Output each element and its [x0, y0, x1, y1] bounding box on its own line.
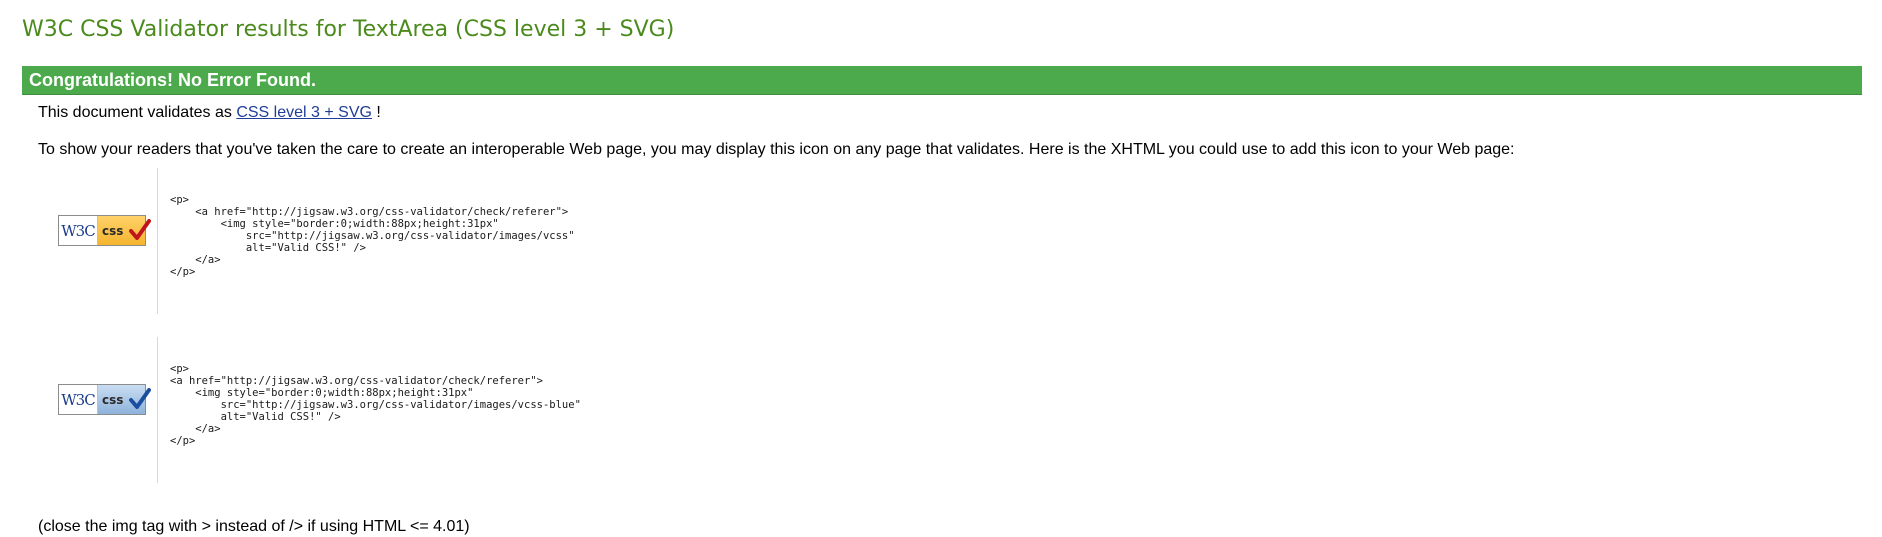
badge-cell: W3C css: [58, 384, 151, 415]
w3c-logo-text: W3C: [59, 216, 98, 245]
validation-summary: This document validates as CSS level 3 +…: [38, 104, 381, 122]
checkmark-icon: [129, 219, 151, 240]
show-icon-instructions: To show your readers that you've taken t…: [38, 141, 1515, 158]
badge-block-blue: W3C css <p> <a href="http://jigsaw.w3.or…: [38, 337, 838, 483]
code-divider: [157, 337, 158, 483]
w3c-logo-text: W3C: [59, 385, 98, 414]
css-badge-text: css: [102, 223, 124, 238]
code-divider: [157, 168, 158, 314]
html401-close-tag-note: (close the img tag with > instead of /> …: [38, 518, 470, 535]
css-badge-label: css: [98, 385, 151, 414]
badge-code-snippet: <p> <a href="http://jigsaw.w3.org/css-va…: [170, 194, 575, 278]
css-badge-label: css: [98, 216, 151, 245]
valid-css-badge-gold[interactable]: W3C css: [58, 215, 151, 246]
badge-block-gold: W3C css <p> <a href="http://jigsaw.w3.or…: [38, 168, 838, 314]
validation-summary-prefix: This document validates as: [38, 104, 237, 121]
success-banner: Congratulations! No Error Found.: [22, 66, 1862, 95]
page-title: W3C CSS Validator results for TextArea (…: [22, 17, 675, 42]
checkmark-icon: [129, 388, 151, 409]
css-profile-link[interactable]: CSS level 3 + SVG: [236, 104, 372, 121]
css-badge-text: css: [102, 392, 124, 407]
badge-code-snippet: <p> <a href="http://jigsaw.w3.org/css-va…: [170, 363, 581, 447]
validation-summary-suffix: !: [371, 104, 381, 121]
valid-css-badge-blue[interactable]: W3C css: [58, 384, 151, 415]
badge-cell: W3C css: [58, 215, 151, 246]
